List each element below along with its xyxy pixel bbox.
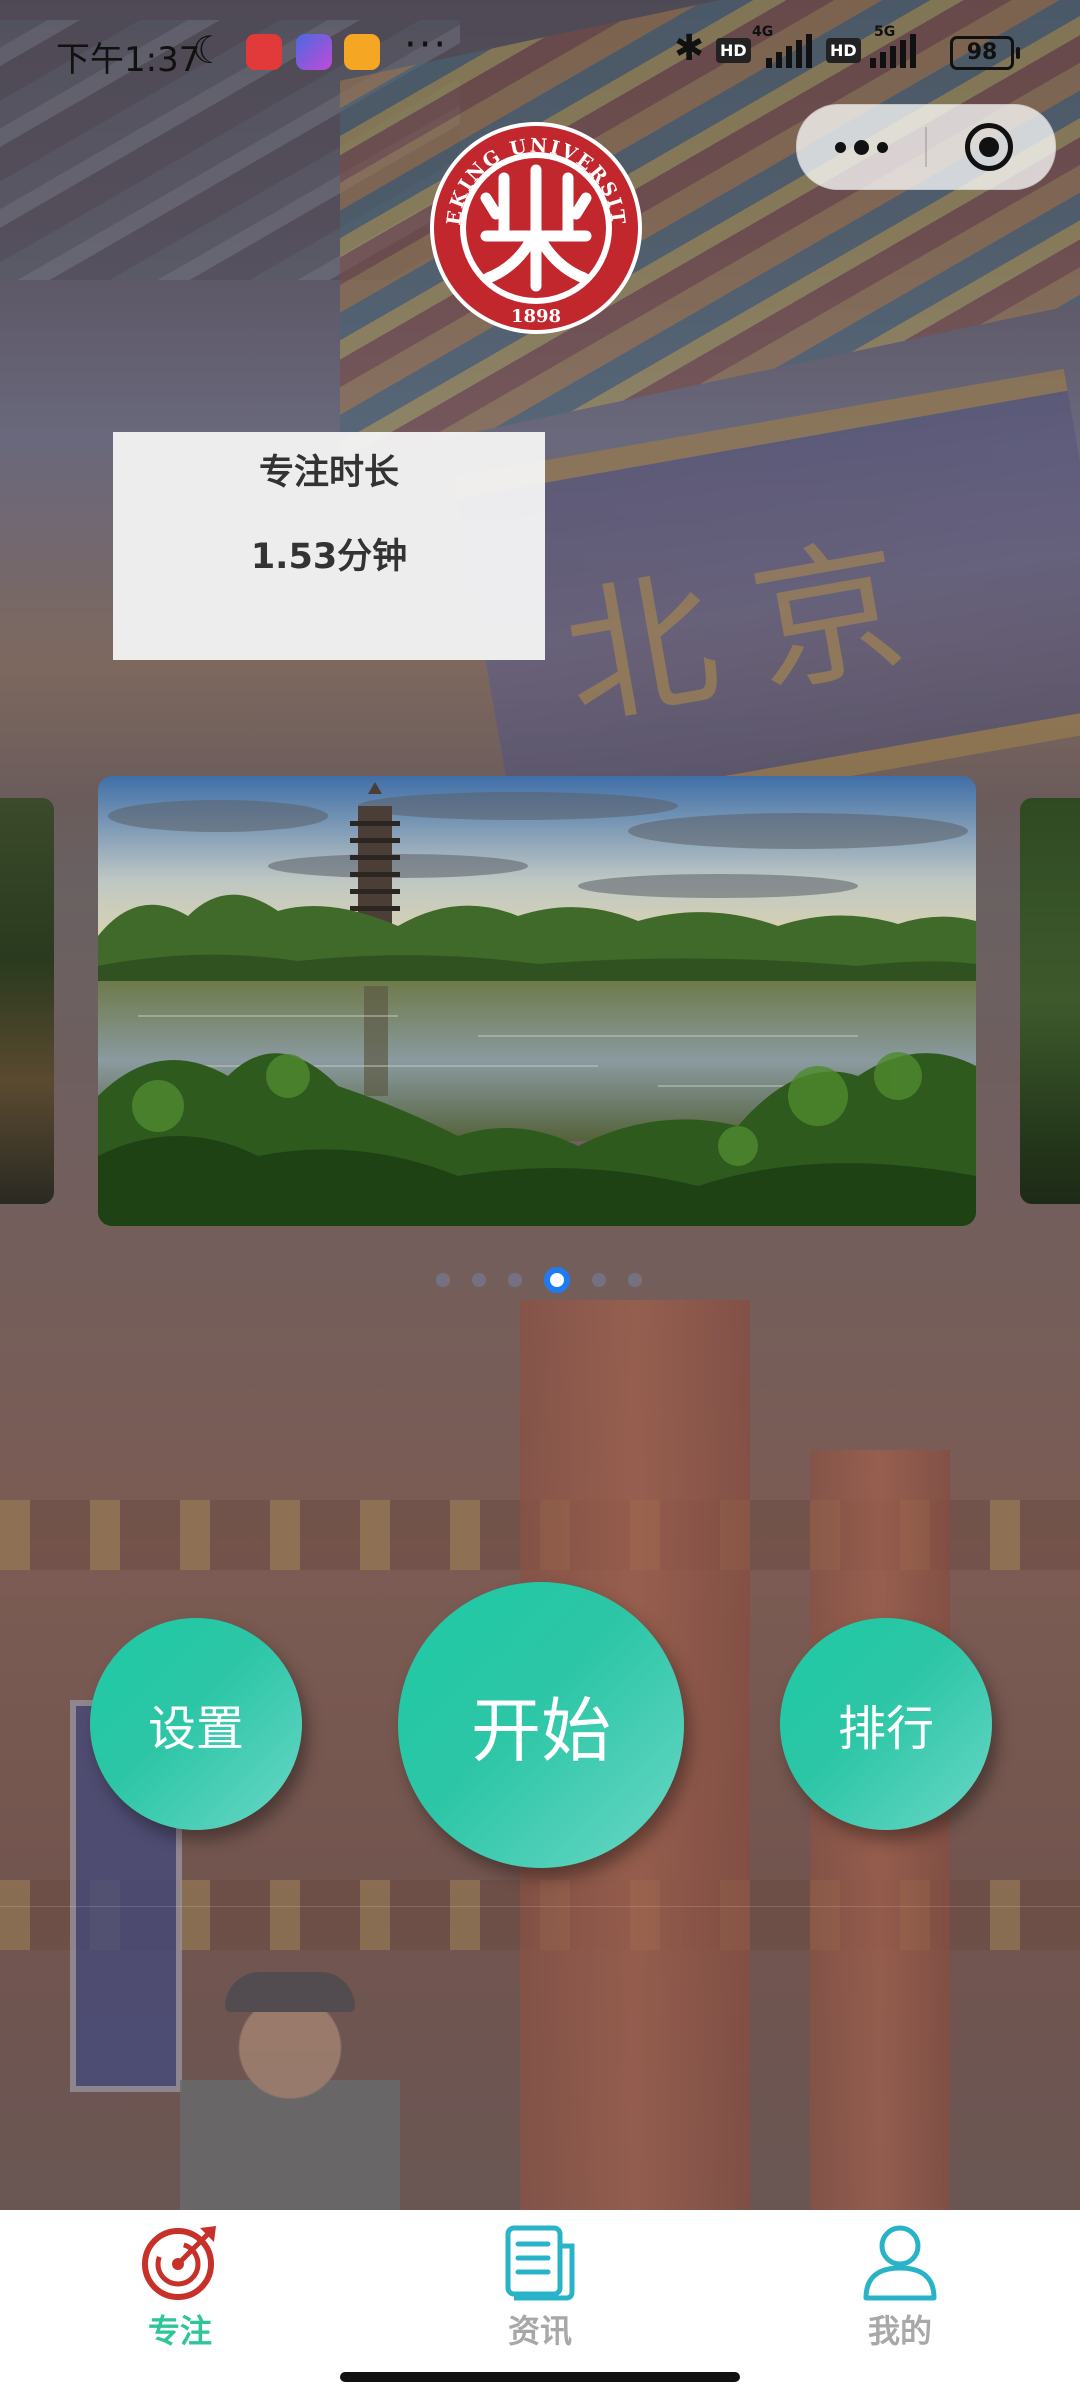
status-bar: 下午1:37 ☾ ··· ✱ HD 4G HD 5G 98 — [0, 0, 1080, 104]
bottom-tab-bar: 专注 资讯 我的 — [0, 2210, 1080, 2356]
divider — [0, 1906, 1080, 1907]
tab-focus-label: 专注 — [147, 2312, 212, 2350]
hd-badge-2: HD — [826, 38, 861, 63]
carousel-dot[interactable] — [508, 1273, 522, 1287]
settings-button[interactable]: 设置 — [90, 1618, 302, 1830]
battery-indicator: 98 — [950, 36, 1020, 70]
close-miniprogram-button[interactable] — [965, 123, 1013, 171]
target-icon — [142, 2226, 216, 2300]
signal-bars-1-icon — [766, 34, 812, 68]
signal-bars-2-icon — [870, 34, 916, 68]
start-button[interactable]: 开始 — [398, 1582, 684, 1868]
carousel-dot[interactable] — [472, 1273, 486, 1287]
game-app-icon — [296, 34, 332, 70]
home-indicator[interactable] — [340, 2372, 740, 2382]
carousel-dot-active[interactable] — [544, 1267, 570, 1293]
carousel-next-slide[interactable] — [1020, 798, 1080, 1204]
carousel-dot[interactable] — [628, 1273, 642, 1287]
reader-app-icon — [344, 34, 380, 70]
status-time: 下午1:37 — [56, 40, 201, 80]
capsule-divider — [925, 127, 927, 167]
tab-focus[interactable]: 专注 — [80, 2210, 280, 2356]
more-menu-button[interactable] — [797, 105, 925, 189]
more-notifications-icon: ··· — [404, 22, 449, 68]
do-not-disturb-icon: ☾ — [192, 28, 227, 72]
logo-year: 1898 — [511, 306, 561, 327]
carousel-indicator — [436, 1267, 642, 1293]
hd-badge-1: HD — [716, 38, 751, 63]
tab-mine[interactable]: 我的 — [800, 2210, 1000, 2356]
peking-university-logo: PEKING UNIVERSITY 1898 — [426, 118, 642, 334]
campus-lake-pagoda-image — [98, 776, 976, 1226]
netease-music-icon — [246, 34, 282, 70]
carousel-current-slide[interactable] — [98, 776, 976, 1226]
tab-news-label: 资讯 — [507, 2312, 572, 2350]
carousel-dot[interactable] — [592, 1273, 606, 1287]
focus-duration-value: 1.53分钟 — [250, 537, 408, 577]
focus-duration-label: 专注时长 — [258, 453, 399, 493]
news-icon — [505, 2225, 575, 2301]
bluetooth-icon: ✱ — [674, 28, 705, 69]
focus-duration-card: 专注时长 1.53分钟 — [113, 432, 545, 660]
miniprogram-capsule — [796, 104, 1056, 190]
user-icon — [863, 2225, 937, 2301]
tab-mine-label: 我的 — [867, 2312, 932, 2350]
ranking-button[interactable]: 排行 — [780, 1618, 992, 1830]
carousel-prev-slide[interactable] — [0, 798, 54, 1204]
tab-news[interactable]: 资讯 — [440, 2210, 640, 2356]
carousel-dot[interactable] — [436, 1273, 450, 1287]
